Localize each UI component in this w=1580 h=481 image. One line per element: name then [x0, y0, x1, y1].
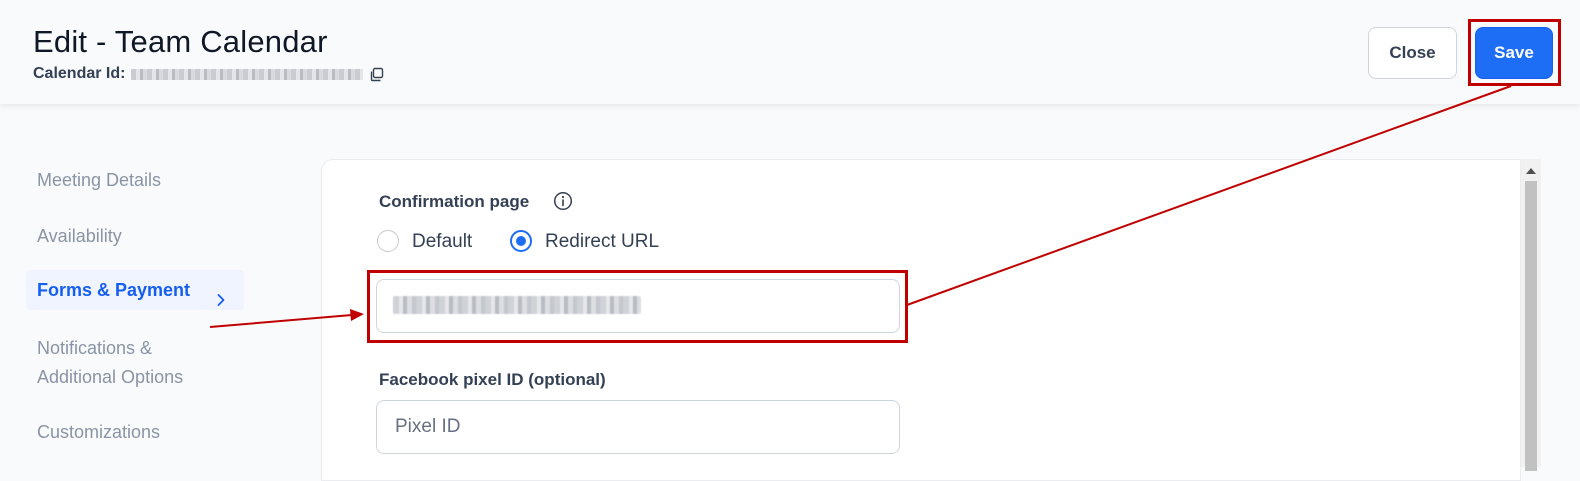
chevron-right-icon — [216, 281, 226, 306]
sidebar-item-label: Forms & Payment — [37, 280, 191, 300]
sidebar-item-availability[interactable]: Availability — [26, 214, 244, 258]
close-button[interactable]: Close — [1368, 27, 1457, 79]
sidebar-item-label: Customizations — [37, 422, 161, 442]
calendar-id-row: Calendar Id: — [33, 65, 384, 83]
sidebar-item-meeting-details[interactable]: Meeting Details — [26, 158, 244, 202]
sidebar-item-label: Meeting Details — [37, 170, 162, 190]
scroll-up-arrow-icon[interactable] — [1526, 168, 1536, 174]
sidebar-item-customizations[interactable]: Customizations — [26, 410, 244, 454]
sidebar-item-label: Availability — [37, 226, 122, 246]
page-header: Edit - Team Calendar Calendar Id: Close … — [0, 0, 1580, 104]
copy-icon[interactable] — [369, 67, 384, 82]
scroll-thumb[interactable] — [1525, 181, 1537, 471]
facebook-pixel-label: Facebook pixel ID (optional) — [379, 370, 606, 389]
sidebar-item-label: Notifications & Additional Options — [37, 338, 184, 387]
radio-redirect-url-label: Redirect URL — [545, 231, 660, 252]
page-title: Edit - Team Calendar — [33, 24, 328, 59]
calendar-id-value-redacted — [131, 68, 364, 80]
pixel-id-input[interactable] — [376, 400, 900, 454]
redirect-url-annotation-box — [367, 270, 908, 343]
save-button-annotation-box — [1468, 19, 1561, 86]
sidebar-item-notifications[interactable]: Notifications & Additional Options — [26, 330, 206, 396]
calendar-id-label: Calendar Id: — [33, 65, 126, 82]
sidebar-item-forms-payment[interactable]: Forms & Payment — [26, 270, 244, 310]
scrollbar[interactable] — [1521, 159, 1541, 471]
radio-default-label: Default — [412, 231, 473, 252]
radio-redirect-url[interactable] — [510, 230, 532, 252]
radio-default[interactable] — [377, 230, 399, 252]
info-icon[interactable] — [553, 191, 573, 211]
confirmation-page-label: Confirmation page — [379, 192, 530, 211]
